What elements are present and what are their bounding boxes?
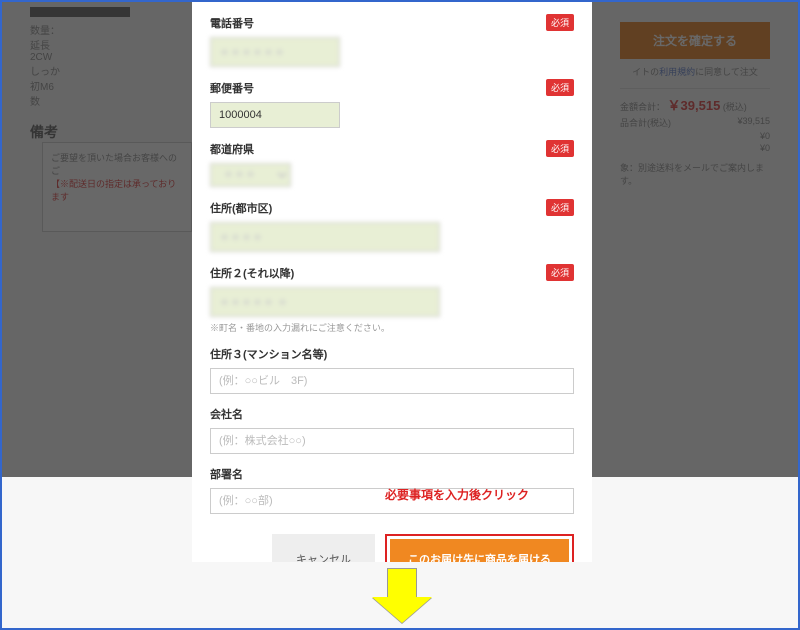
required-badge: 必須 xyxy=(546,14,574,31)
field-pref: 都道府県 必須 ＊＊＊ xyxy=(210,134,574,187)
company-input[interactable] xyxy=(210,428,574,454)
address-modal: 電話番号 必須 ＊＊＊＊＊＊ 郵便番号 必須 1000004 都道府県 必須 ＊… xyxy=(192,2,592,562)
required-badge: 必須 xyxy=(546,199,574,216)
field-phone: 電話番号 必須 ＊＊＊＊＊＊ xyxy=(210,8,574,67)
addr3-label: 住所３(マンション名等) xyxy=(210,346,327,362)
company-label: 会社名 xyxy=(210,406,243,422)
pref-label: 都道府県 xyxy=(210,141,254,157)
field-addr2: 住所２(それ以降) 必須 ＊＊＊＊＊ ＊ ※町名・番地の入力漏れにご注意ください… xyxy=(210,258,574,334)
submit-highlight: このお届け先に商品を届ける xyxy=(385,534,574,562)
field-city: 住所(都市区) 必須 ＊＊＊＊ xyxy=(210,193,574,252)
postal-label: 郵便番号 xyxy=(210,80,254,96)
cancel-button[interactable]: キャンセル xyxy=(272,534,375,562)
field-addr3: 住所３(マンション名等) xyxy=(210,340,574,394)
city-input[interactable]: ＊＊＊＊ xyxy=(210,222,440,252)
pref-select[interactable]: ＊＊＊ xyxy=(210,163,291,187)
dept-label: 部署名 xyxy=(210,466,243,482)
phone-label: 電話番号 xyxy=(210,15,254,31)
addr2-hint: ※町名・番地の入力漏れにご注意ください。 xyxy=(210,321,574,334)
postal-input[interactable]: 1000004 xyxy=(210,102,340,128)
phone-input[interactable]: ＊＊＊＊＊＊ xyxy=(210,37,340,67)
city-label: 住所(都市区) xyxy=(210,200,272,216)
field-company: 会社名 xyxy=(210,400,574,454)
submit-button[interactable]: このお届け先に商品を届ける xyxy=(390,539,569,562)
callout-text: 必要事項を入力後クリック xyxy=(385,486,529,503)
required-badge: 必須 xyxy=(546,264,574,281)
button-row: キャンセル このお届け先に商品を届ける xyxy=(210,534,574,562)
field-postal: 郵便番号 必須 1000004 xyxy=(210,73,574,128)
arrow-down-icon xyxy=(372,568,432,628)
required-badge: 必須 xyxy=(546,140,574,157)
addr3-input[interactable] xyxy=(210,368,574,394)
required-badge: 必須 xyxy=(546,79,574,96)
addr2-input[interactable]: ＊＊＊＊＊ ＊ xyxy=(210,287,440,317)
addr2-label: 住所２(それ以降) xyxy=(210,265,294,281)
